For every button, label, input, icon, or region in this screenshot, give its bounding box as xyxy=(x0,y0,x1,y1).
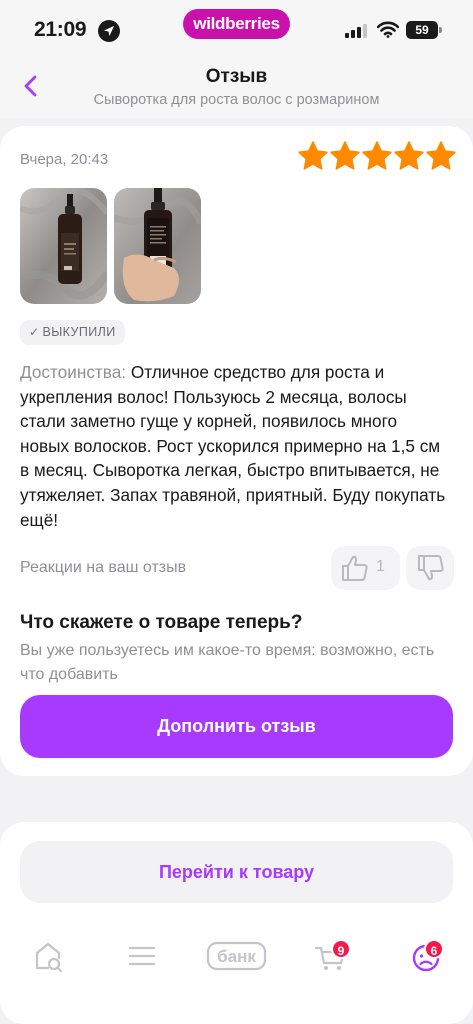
bank-label: банк xyxy=(217,947,256,966)
profile-badge: 6 xyxy=(424,939,444,959)
star-icon xyxy=(362,141,392,170)
tab-catalog[interactable] xyxy=(122,936,162,976)
cart-badge: 9 xyxy=(331,939,351,959)
review-text-label: Достоинства: xyxy=(20,362,127,382)
add-to-review-button[interactable]: Дополнить отзыв xyxy=(20,695,453,758)
review-photo-1[interactable] xyxy=(20,188,107,304)
star-icon xyxy=(298,141,328,170)
purchased-badge-label: ВЫКУПИЛИ xyxy=(42,325,116,339)
thumbs-down-icon xyxy=(418,555,444,581)
battery-tip xyxy=(439,27,442,33)
page-header: Отзыв Сыворотка для роста волос с розмар… xyxy=(0,60,473,118)
followup-subtitle: Вы уже пользуетесь им какое-то время: во… xyxy=(20,642,435,683)
tab-cart[interactable]: 9 xyxy=(311,936,351,976)
star-icon xyxy=(330,141,360,170)
location-arrow-icon xyxy=(98,20,120,42)
signal-icon xyxy=(345,23,371,38)
purchased-badge: ✓ ВЫКУПИЛИ xyxy=(20,320,125,345)
review-photo-2[interactable] xyxy=(114,188,201,304)
tab-bar: банк 9 6 xyxy=(0,928,473,988)
page-title: Отзыв xyxy=(205,66,268,87)
status-time: 21:09 xyxy=(34,18,87,41)
wifi-icon xyxy=(376,21,400,43)
go-to-product-button[interactable]: Перейти к товару xyxy=(20,841,453,903)
status-bar: 21:09 wildberries 59 xyxy=(0,0,473,60)
dislike-button[interactable] xyxy=(406,546,454,590)
product-name: Сыворотка для роста волос с розмарином xyxy=(93,92,380,108)
reactions-label: Реакции на ваш отзыв xyxy=(20,559,187,576)
brand-logo[interactable]: wildberries xyxy=(183,9,290,39)
like-count: 1 xyxy=(376,558,385,575)
bottom-card: Перейти к товару банк 9 6 xyxy=(0,822,473,1024)
bank-icon: банк xyxy=(206,941,267,971)
review-text-body: Отличное средство для роста и укрепления… xyxy=(20,362,446,530)
tab-profile[interactable]: 6 xyxy=(406,936,446,976)
star-icon xyxy=(394,141,424,170)
thumbs-up-icon xyxy=(342,555,368,581)
tab-home[interactable] xyxy=(29,936,69,976)
check-icon: ✓ xyxy=(29,325,40,339)
menu-icon xyxy=(128,946,156,966)
home-search-icon xyxy=(35,942,63,973)
tab-bank[interactable]: банк xyxy=(205,936,269,976)
followup-title: Что скажете о товаре теперь? xyxy=(20,612,303,633)
star-icon xyxy=(426,141,456,170)
review-date: Вчера, 20:43 xyxy=(20,151,109,168)
battery-icon: 59 xyxy=(406,21,438,39)
review-text: Достоинства: Отличное средство для роста… xyxy=(20,360,450,532)
like-button[interactable]: 1 xyxy=(331,546,400,590)
review-card: Вчера, 20:43 ✓ ВЫКУПИЛИ Достоинства: Отл… xyxy=(0,126,473,776)
